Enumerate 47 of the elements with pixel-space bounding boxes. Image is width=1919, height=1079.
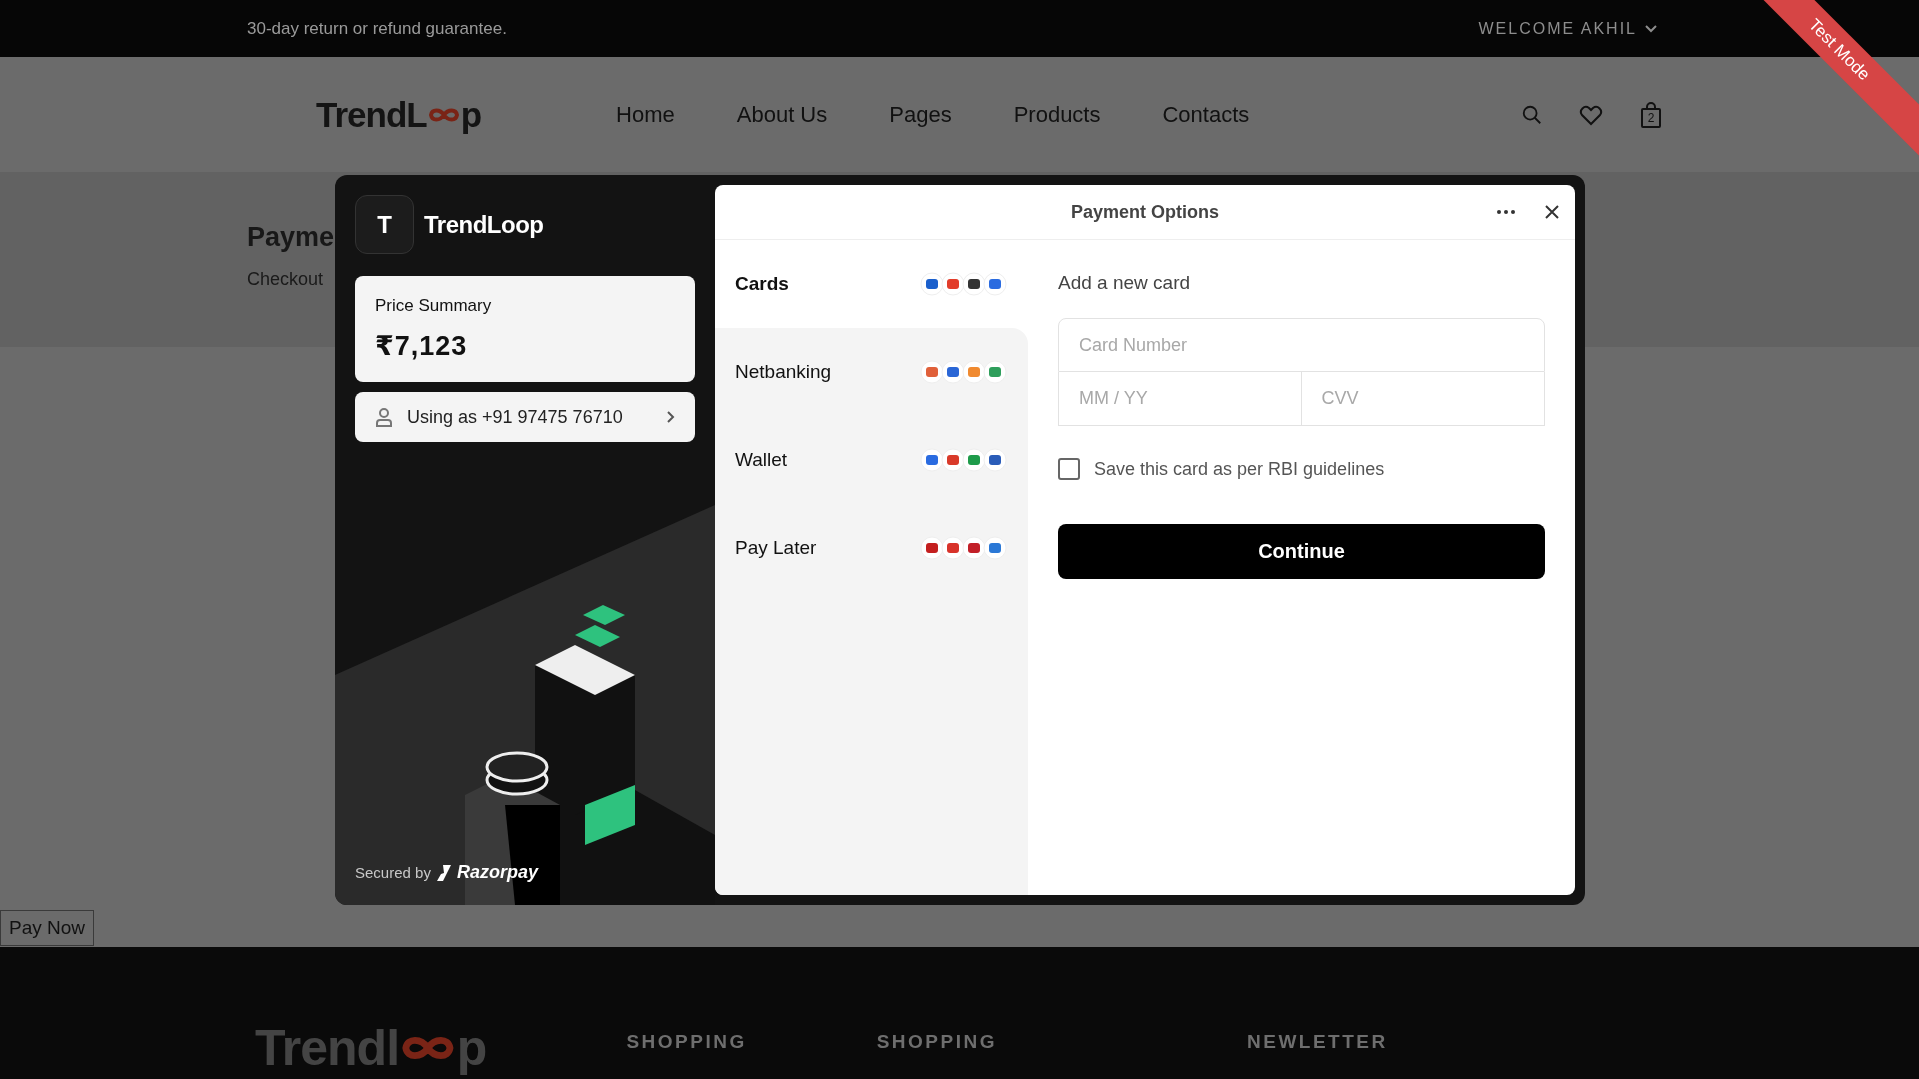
- card-number-field[interactable]: Card Number: [1058, 318, 1545, 372]
- merchant-avatar: T: [355, 195, 414, 254]
- more-options-button[interactable]: [1495, 208, 1517, 216]
- nav-link[interactable]: Pages: [889, 101, 952, 128]
- chevron-right-icon: [667, 411, 675, 423]
- nav-link[interactable]: Contacts: [1162, 101, 1250, 128]
- merchant-name: TrendLoop: [424, 210, 544, 239]
- chevron-down-icon[interactable]: [1645, 24, 1657, 33]
- cvv-field[interactable]: CVV: [1301, 372, 1545, 426]
- page-title: Payme: [247, 222, 335, 253]
- continue-button[interactable]: Continue: [1058, 524, 1545, 579]
- guarantee-notice: 30-day return or refund guarantee.: [247, 18, 507, 39]
- search-icon[interactable]: [1521, 103, 1543, 126]
- logo-text: TrendL: [316, 94, 427, 135]
- brand-logos-icon: [920, 448, 1008, 472]
- close-button[interactable]: [1543, 203, 1561, 221]
- payment-method-item[interactable]: Wallet: [715, 416, 1028, 504]
- user-icon: [375, 407, 393, 427]
- footer-heading: SHOPPING: [876, 1031, 997, 1053]
- logo-text: p: [460, 94, 482, 135]
- contact-button[interactable]: Using as +91 97475 76710: [355, 392, 695, 442]
- price-label: Price Summary: [375, 296, 493, 316]
- footer-heading: SHOPPING: [626, 1031, 747, 1053]
- account-menu[interactable]: WELCOME AKHIL: [1478, 19, 1657, 38]
- footer-logo-text: Trendl: [255, 1019, 400, 1077]
- payment-method-item[interactable]: Netbanking: [715, 328, 1028, 416]
- footer-logo-text: p: [456, 1019, 487, 1077]
- provider-name: Razorpay: [456, 862, 538, 883]
- nav-link[interactable]: Products: [1013, 101, 1101, 128]
- nav-link[interactable]: Home: [616, 101, 675, 128]
- nav-link[interactable]: About Us: [736, 101, 828, 128]
- razorpay-logo-icon: [436, 864, 451, 881]
- secured-by-label: Secured by: [355, 864, 431, 881]
- form-heading: Add a new card: [1058, 272, 1192, 294]
- brand-logos-icon: [920, 536, 1008, 560]
- pay-now-button[interactable]: Pay Now: [0, 910, 95, 946]
- heart-icon[interactable]: [1579, 103, 1603, 126]
- save-card-label: Save this card as per RBI guidelines: [1094, 458, 1385, 480]
- dialog-title: Payment Options: [1071, 201, 1219, 223]
- price-amount: ₹7,123: [375, 330, 469, 362]
- save-card-checkbox[interactable]: [1058, 458, 1080, 480]
- expiry-field[interactable]: MM / YY: [1058, 372, 1302, 426]
- breadcrumb[interactable]: Checkout: [247, 269, 324, 290]
- brand-logos-icon: [920, 272, 1008, 296]
- payment-method-item[interactable]: Pay Later: [715, 504, 1028, 592]
- footer-heading: NEWLETTER: [1247, 1031, 1388, 1053]
- brand-logos-icon: [920, 360, 1008, 384]
